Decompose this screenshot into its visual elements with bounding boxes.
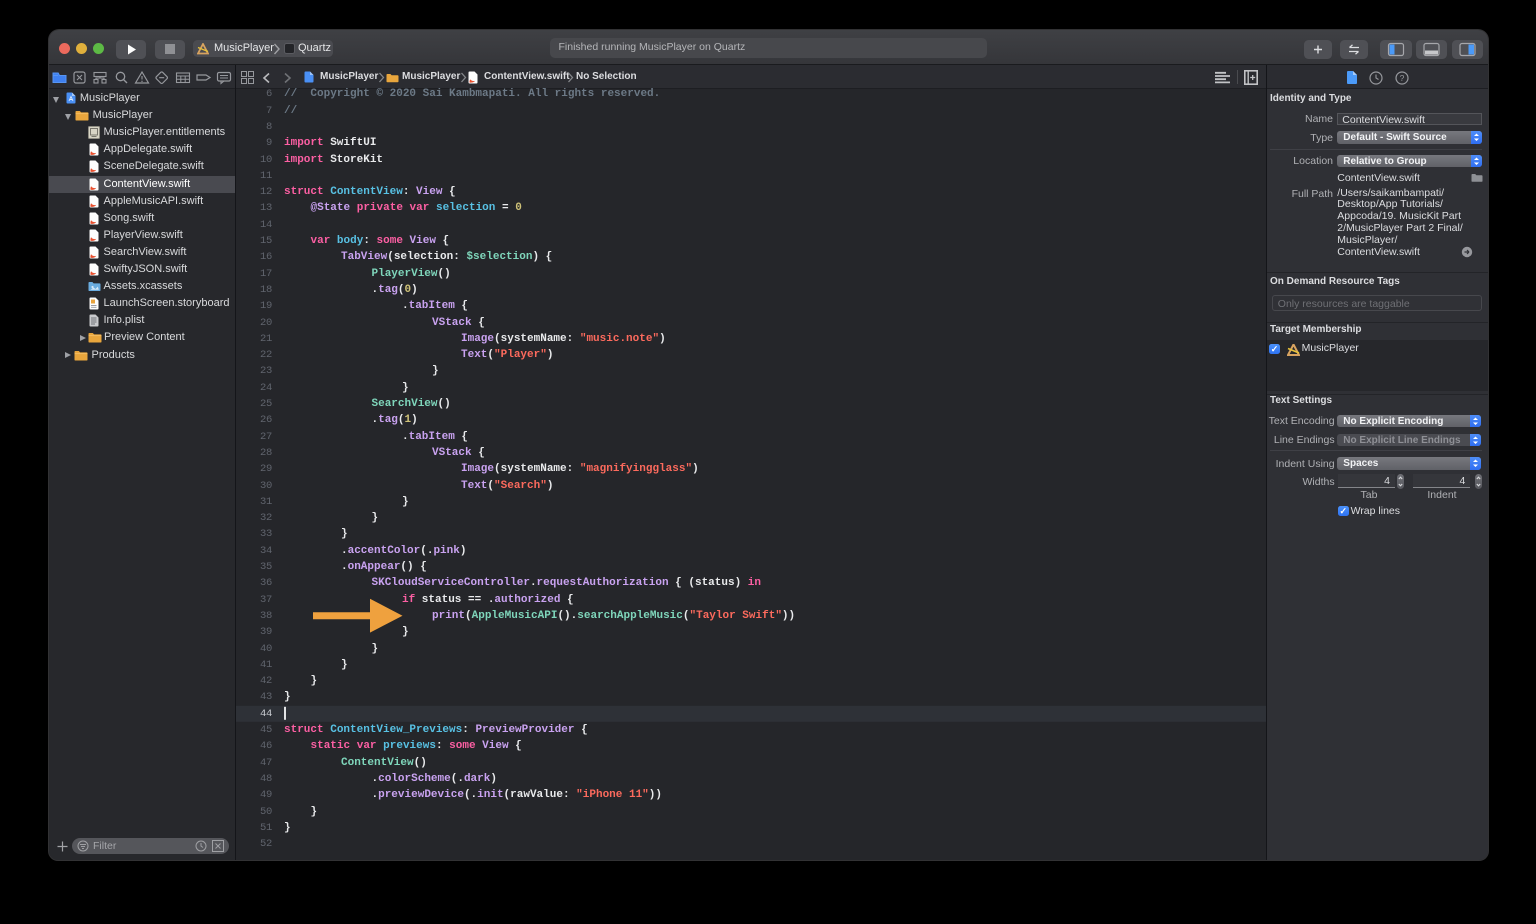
svg-text:?: ? bbox=[1400, 73, 1405, 83]
